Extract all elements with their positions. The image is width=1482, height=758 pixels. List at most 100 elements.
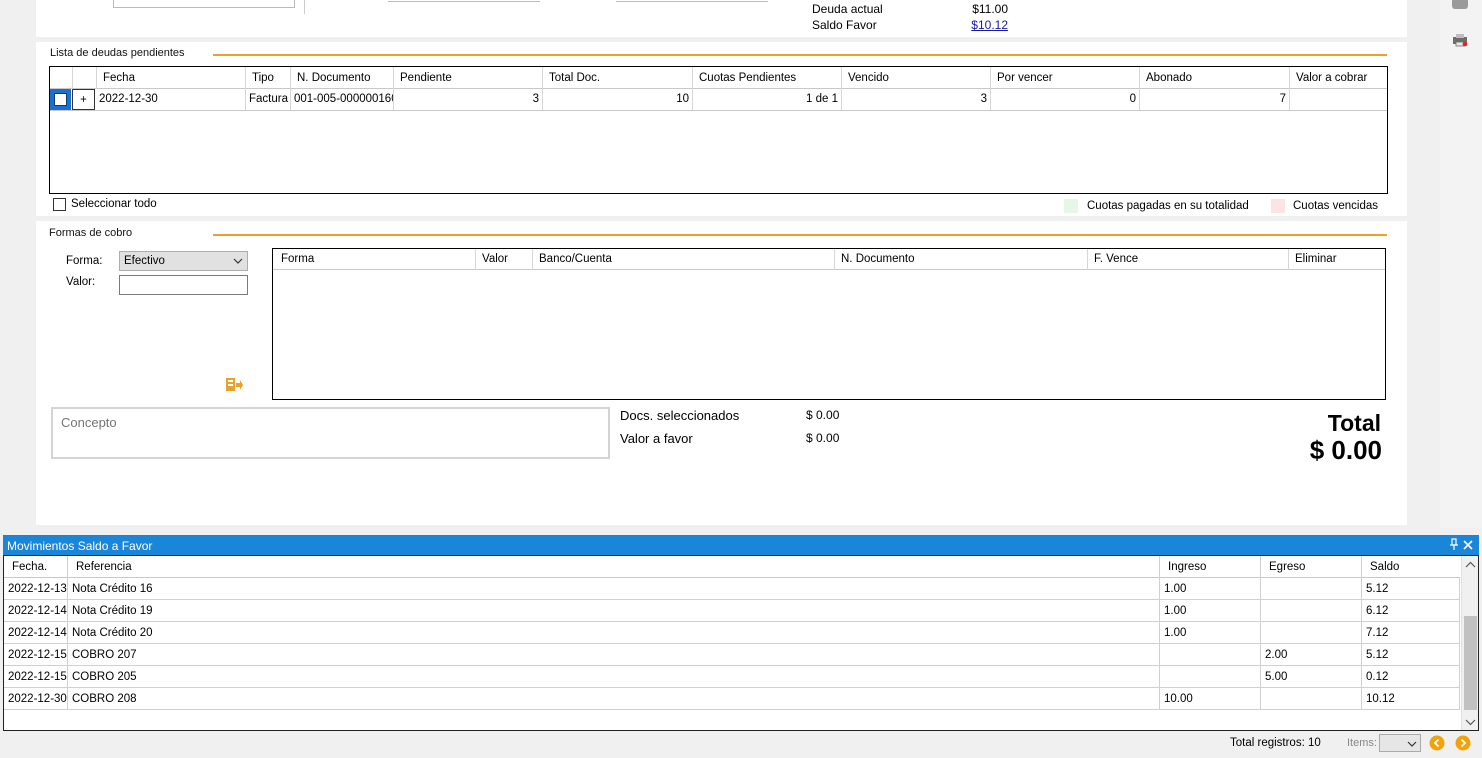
legend-label-pagadas: Cuotas pagadas en su totalidad	[1087, 200, 1249, 212]
mcell-egreso	[1261, 578, 1362, 600]
mcol-saldo[interactable]: Saldo	[1362, 556, 1460, 578]
cobro-section-title: Formas de cobro	[49, 227, 133, 239]
col-valor-cobrar[interactable]: Valor a cobrar	[1289, 67, 1387, 89]
cell-cuotas: 1 de 1	[692, 89, 841, 110]
mcell-referencia: Nota Crédito 16	[68, 578, 1160, 600]
saldo-favor-link[interactable]: $10.12	[956, 18, 1008, 32]
table-row[interactable]: 2022-12-30 COBRO 208 10.00 10.12	[4, 688, 1460, 710]
table-row[interactable]: + 2022-12-30 Factura 001-005-000000160 3…	[50, 89, 1387, 111]
cell-total-doc: 10	[542, 89, 692, 110]
items-label: Items:	[1347, 737, 1377, 749]
mcell-egreso	[1261, 600, 1362, 622]
close-icon[interactable]	[1462, 538, 1474, 552]
scroll-down-icon[interactable]	[1465, 716, 1476, 726]
pin-icon[interactable]	[1448, 538, 1460, 552]
prev-page-icon[interactable]	[1429, 735, 1445, 751]
mcol-egreso[interactable]: Egreso	[1261, 556, 1362, 578]
cell-tipo: Factura	[245, 89, 290, 110]
cell-abonado: 7	[1139, 89, 1289, 110]
cell-por-vencer: 0	[990, 89, 1139, 110]
top-combo-partial[interactable]	[113, 0, 295, 8]
mcell-fecha: 2022-12-13	[4, 578, 68, 600]
table-row[interactable]: 2022-12-14 Nota Crédito 19 1.00 6.12	[4, 600, 1460, 622]
col-expand	[72, 67, 96, 89]
col-total-doc[interactable]: Total Doc.	[542, 67, 692, 89]
mcell-fecha: 2022-12-30	[4, 688, 68, 710]
cell-vencido: 3	[841, 89, 990, 110]
row-expand-button[interactable]: +	[72, 89, 95, 110]
mcell-egreso: 2.00	[1261, 644, 1362, 666]
col-valor[interactable]: Valor	[475, 249, 532, 270]
items-select[interactable]	[1379, 734, 1421, 752]
col-tipo[interactable]: Tipo	[245, 67, 290, 89]
col-forma[interactable]: Forma	[275, 249, 475, 270]
mcell-fecha: 2022-12-14	[4, 600, 68, 622]
col-vencido[interactable]: Vencido	[841, 67, 990, 89]
mcell-ingreso: 1.00	[1160, 578, 1261, 600]
row-select-checkbox[interactable]	[50, 89, 71, 110]
cell-pendiente: 3	[393, 89, 542, 110]
col-eliminar[interactable]: Eliminar	[1288, 249, 1385, 270]
valor-favor-label: Valor a favor	[620, 431, 693, 446]
mcell-egreso	[1261, 622, 1362, 644]
mcol-referencia[interactable]: Referencia	[68, 556, 1160, 578]
mcell-saldo: 7.12	[1362, 622, 1460, 644]
forma-select[interactable]: Efectivo	[119, 251, 248, 271]
print-icon[interactable]	[1452, 33, 1468, 47]
mcol-fecha[interactable]: Fecha.	[4, 556, 68, 578]
cobro-grid-header: Forma Valor Banco/Cuenta N. Documento F.…	[273, 249, 1385, 270]
col-fecha[interactable]: Fecha	[96, 67, 245, 89]
select-all-checkbox[interactable]	[53, 198, 66, 211]
mcell-referencia: COBRO 207	[68, 644, 1160, 666]
total-value: $ 0.00	[1309, 435, 1382, 465]
col-cuotas[interactable]: Cuotas Pendientes	[692, 67, 841, 89]
table-row[interactable]: 2022-12-14 Nota Crédito 20 1.00 7.12	[4, 622, 1460, 644]
row-select-box	[54, 93, 67, 106]
table-row[interactable]: 2022-12-15 COBRO 205 5.00 0.12	[4, 666, 1460, 688]
mcell-referencia: Nota Crédito 19	[68, 600, 1160, 622]
col-documento[interactable]: N. Documento	[290, 67, 393, 89]
top-field-partial-2[interactable]	[616, 0, 768, 2]
mcell-referencia: COBRO 205	[68, 666, 1160, 688]
add-payment-icon[interactable]	[225, 377, 243, 393]
mcell-referencia: COBRO 208	[68, 688, 1160, 710]
docs-seleccionados-value: $ 0.00	[806, 408, 840, 422]
col-pendiente[interactable]: Pendiente	[393, 67, 542, 89]
deuda-actual-value: $11.00	[972, 2, 1008, 16]
valor-label: Valor:	[66, 276, 96, 288]
col-select	[50, 67, 72, 89]
mcell-ingreso: 1.00	[1160, 600, 1261, 622]
col-f-vence[interactable]: F. Vence	[1087, 249, 1288, 270]
table-row[interactable]: 2022-12-15 COBRO 207 2.00 5.12	[4, 644, 1460, 666]
vertical-scrollbar[interactable]	[1461, 556, 1478, 730]
top-info-panel: Deuda actual $11.00 Saldo Favor $10.12	[36, 0, 1407, 37]
mcol-ingreso[interactable]: Ingreso	[1160, 556, 1261, 578]
mcell-egreso: 5.00	[1261, 666, 1362, 688]
mcell-saldo: 5.12	[1362, 578, 1460, 600]
col-banco-cuenta[interactable]: Banco/Cuenta	[532, 249, 834, 270]
cell-valor-cobrar[interactable]	[1289, 89, 1387, 110]
col-abonado[interactable]: Abonado	[1139, 67, 1289, 89]
scroll-thumb[interactable]	[1464, 616, 1477, 710]
mcell-ingreso	[1160, 666, 1261, 688]
mcell-saldo: 10.12	[1362, 688, 1460, 710]
col-n-documento[interactable]: N. Documento	[834, 249, 1087, 270]
chevron-down-icon	[233, 255, 243, 269]
legend-swatch-pagadas	[1064, 199, 1078, 213]
top-field-partial-1[interactable]	[388, 0, 540, 2]
paging-bar: Total registros: 10 Items:	[3, 731, 1479, 755]
select-all-label[interactable]: Seleccionar todo	[71, 198, 157, 210]
deudas-grid: Fecha Tipo N. Documento Pendiente Total …	[49, 66, 1388, 194]
next-page-icon[interactable]	[1455, 735, 1471, 751]
cell-documento: 001-005-000000160	[290, 89, 393, 110]
col-por-vencer[interactable]: Por vencer	[990, 67, 1139, 89]
movimientos-titlebar[interactable]: Movimientos Saldo a Favor	[3, 535, 1479, 555]
valor-input[interactable]	[119, 275, 248, 295]
forma-select-value: Efectivo	[124, 255, 165, 267]
table-row[interactable]: 2022-12-13 Nota Crédito 16 1.00 5.12	[4, 578, 1460, 600]
print-icon-top[interactable]	[1452, 0, 1468, 9]
scroll-up-icon[interactable]	[1465, 559, 1476, 569]
deudas-title-rule	[213, 54, 1387, 56]
concepto-textarea[interactable]	[51, 407, 610, 459]
total-registros: Total registros: 10	[1230, 737, 1321, 749]
